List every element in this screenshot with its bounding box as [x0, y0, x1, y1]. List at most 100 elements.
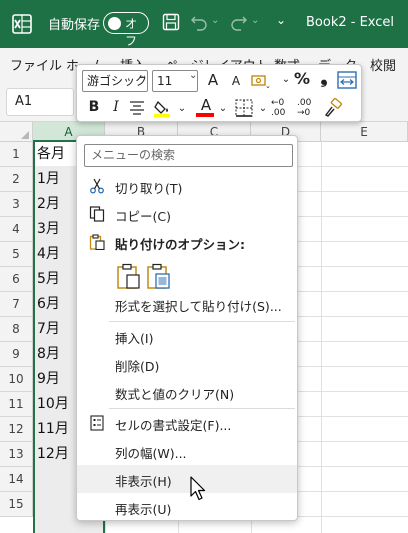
cell-a7[interactable]: 6月	[37, 292, 60, 317]
title-bar: 自動保存 オフ ⌄ ⌄ ⌄ Book2 - Excel	[0, 0, 408, 48]
font-color-dropdown-icon[interactable]: ⌄	[214, 100, 232, 118]
cell-a12[interactable]: 11月	[37, 417, 69, 442]
menu-item-paste-options-label: 貼り付けのオプション:	[115, 237, 245, 252]
italic-icon[interactable]: I	[107, 98, 125, 116]
menu-item-delete-label: 削除(D)	[115, 359, 160, 374]
cell-a4[interactable]: 3月	[37, 217, 60, 242]
menu-item-copy-label: コピー(C)	[115, 209, 171, 224]
row-header-9[interactable]: 9	[0, 342, 33, 367]
cell-a5[interactable]: 4月	[37, 242, 60, 267]
menu-search-input[interactable]: メニューの検索	[84, 144, 293, 167]
format-painter-icon[interactable]	[323, 98, 343, 118]
menu-item-hide[interactable]: 非表示(H)	[77, 465, 297, 493]
decrease-decimal-icon[interactable]: .00 →0	[297, 98, 319, 118]
row-header-1[interactable]: 1	[0, 142, 33, 167]
menu-item-unhide[interactable]: 再表示(U)	[77, 493, 297, 521]
row-header-14[interactable]: 14	[0, 467, 33, 492]
customize-qat-icon[interactable]: ⌄	[276, 13, 286, 27]
comma-style-icon[interactable]: ❟	[315, 69, 333, 87]
cell-a8[interactable]: 7月	[37, 317, 60, 342]
redo-dropdown-icon[interactable]: ⌄	[251, 15, 259, 26]
menu-item-clear-contents-label: 数式と値のクリア(N)	[115, 387, 235, 402]
row-header-8[interactable]: 8	[0, 317, 33, 342]
select-all-corner[interactable]	[0, 122, 33, 142]
font-color-button[interactable]: A	[196, 95, 216, 117]
autosave-state: オフ	[125, 17, 138, 48]
format-cells-icon	[90, 415, 104, 431]
increase-decimal-icon[interactable]: ←0 .00	[271, 98, 293, 118]
menu-item-clear-contents[interactable]: 数式と値のクリア(N)	[77, 378, 297, 406]
row-header-10[interactable]: 10	[0, 367, 33, 392]
column-header-e[interactable]: E	[321, 122, 408, 142]
excel-logo-icon	[12, 14, 32, 34]
row-header-6[interactable]: 6	[0, 267, 33, 292]
cell-a10[interactable]: 9月	[37, 367, 60, 392]
grow-font-icon[interactable]: A	[204, 71, 222, 89]
font-size-dropdown-icon[interactable]: ⌄	[189, 70, 197, 81]
cell-a3[interactable]: 2月	[37, 192, 60, 217]
row-header-11[interactable]: 11	[0, 392, 33, 417]
font-color-icon: A	[200, 96, 212, 114]
undo-icon[interactable]	[190, 13, 208, 31]
cell-a2[interactable]: 1月	[37, 167, 60, 192]
gridline-vertical	[321, 142, 322, 533]
row-header-13[interactable]: 13	[0, 442, 33, 467]
row-header-2[interactable]: 2	[0, 167, 33, 192]
row-header-3[interactable]: 3	[0, 192, 33, 217]
save-icon[interactable]	[162, 13, 180, 31]
excel-window: 自動保存 オフ ⌄ ⌄ ⌄ Book2 - Excel ファイル ホーム 挿入 …	[0, 0, 408, 533]
autosave-toggle[interactable]: オフ	[103, 12, 149, 48]
borders-dropdown-icon[interactable]: ⌄	[254, 100, 272, 118]
menu-item-cut[interactable]: 切り取り(T)	[77, 172, 297, 200]
cell-a9[interactable]: 8月	[37, 342, 60, 367]
row-header-12[interactable]: 12	[0, 417, 33, 442]
window-title: Book2 - Excel	[306, 15, 395, 30]
undo-dropdown-icon[interactable]: ⌄	[211, 15, 219, 26]
paste-icon[interactable]	[115, 263, 141, 289]
context-menu: メニューの検索 切り取り(T) コピー(C) 貼り付けのオプション: 形式を選択…	[76, 135, 298, 521]
menu-item-cut-label: 切り取り(T)	[115, 181, 183, 196]
name-box-value: A1	[15, 94, 33, 109]
copy-icon	[89, 206, 105, 222]
menu-item-format-cells-label: セルの書式設定(F)...	[115, 418, 232, 433]
row-header-15[interactable]: 15	[0, 492, 33, 517]
shrink-font-icon[interactable]: A	[227, 72, 245, 90]
accounting-format-icon[interactable]: ⌄	[251, 73, 271, 89]
menu-item-copy[interactable]: コピー(C)	[77, 200, 297, 228]
menu-item-paste-special[interactable]: 形式を選択して貼り付け(S)...	[77, 290, 297, 318]
name-box[interactable]: A1	[6, 88, 74, 116]
tab-file[interactable]: ファイル	[10, 55, 62, 74]
menu-item-column-width-label: 列の幅(W)...	[115, 446, 187, 461]
font-name-dropdown-icon[interactable]: ⌄	[139, 70, 147, 81]
svg-text:⌄: ⌄	[265, 82, 271, 89]
row-header-7[interactable]: 7	[0, 292, 33, 317]
menu-item-insert[interactable]: 挿入(I)	[77, 322, 297, 350]
tab-review[interactable]: 校閲	[370, 55, 396, 74]
redo-icon[interactable]	[230, 13, 248, 31]
paste-values-icon[interactable]	[145, 263, 171, 289]
fill-color-icon[interactable]	[153, 98, 173, 118]
cell-a13[interactable]: 12月	[37, 442, 69, 467]
wrap-merge-icon[interactable]	[337, 71, 357, 89]
menu-item-delete[interactable]: 削除(D)	[77, 350, 297, 378]
menu-item-insert-label: 挿入(I)	[115, 331, 154, 346]
clipboard-icon	[89, 234, 105, 250]
percent-icon[interactable]: %	[293, 70, 311, 88]
fill-color-dropdown-icon[interactable]: ⌄	[173, 100, 191, 118]
cell-a1[interactable]: 各月	[37, 142, 65, 167]
autosave-label: 自動保存	[48, 18, 101, 33]
font-color-swatch	[196, 113, 214, 117]
menu-item-format-cells[interactable]: セルの書式設定(F)...	[77, 409, 297, 437]
row-header-5[interactable]: 5	[0, 242, 33, 267]
bold-icon[interactable]: B	[85, 98, 103, 116]
scissors-icon	[90, 178, 104, 194]
menu-item-column-width[interactable]: 列の幅(W)...	[77, 437, 297, 465]
cell-a6[interactable]: 5月	[37, 267, 60, 292]
cell-a11[interactable]: 10月	[37, 392, 69, 417]
mouse-cursor-icon	[190, 476, 206, 501]
borders-icon[interactable]	[235, 99, 253, 117]
toggle-knob	[108, 16, 121, 30]
align-center-icon[interactable]	[129, 100, 145, 116]
menu-item-paste-options: 貼り付けのオプション:	[77, 228, 297, 256]
row-header-4[interactable]: 4	[0, 217, 33, 242]
